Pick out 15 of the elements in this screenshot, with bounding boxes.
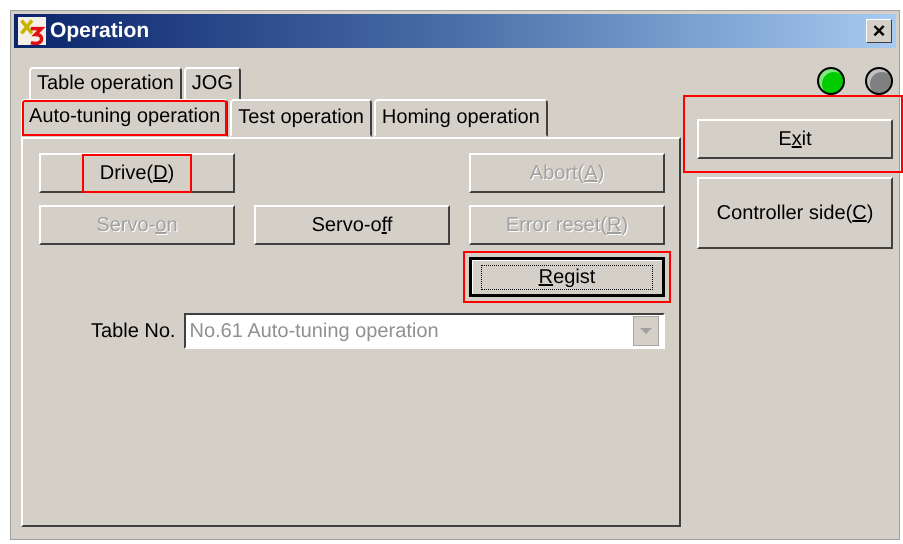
action-button[interactable]: Regist bbox=[469, 257, 665, 297]
action-button[interactable]: Drive(D) bbox=[39, 153, 235, 193]
tab[interactable]: Homing operation bbox=[374, 99, 548, 137]
action-button[interactable]: Servo-off bbox=[254, 205, 450, 245]
tab[interactable]: Test operation bbox=[230, 99, 372, 137]
dropdown-arrow-icon bbox=[633, 316, 659, 346]
close-button[interactable]: × bbox=[866, 19, 892, 43]
app-icon bbox=[18, 17, 46, 45]
field-label: Table No. bbox=[91, 320, 176, 342]
tab[interactable]: JOG bbox=[184, 67, 241, 101]
tab[interactable]: Auto-tuning operation bbox=[21, 99, 228, 137]
window-title: Operation bbox=[50, 19, 150, 43]
side-button[interactable]: Controller side(C) bbox=[697, 177, 893, 249]
side-button[interactable]: Exit bbox=[697, 119, 893, 159]
tab[interactable]: Table operation bbox=[29, 67, 182, 101]
